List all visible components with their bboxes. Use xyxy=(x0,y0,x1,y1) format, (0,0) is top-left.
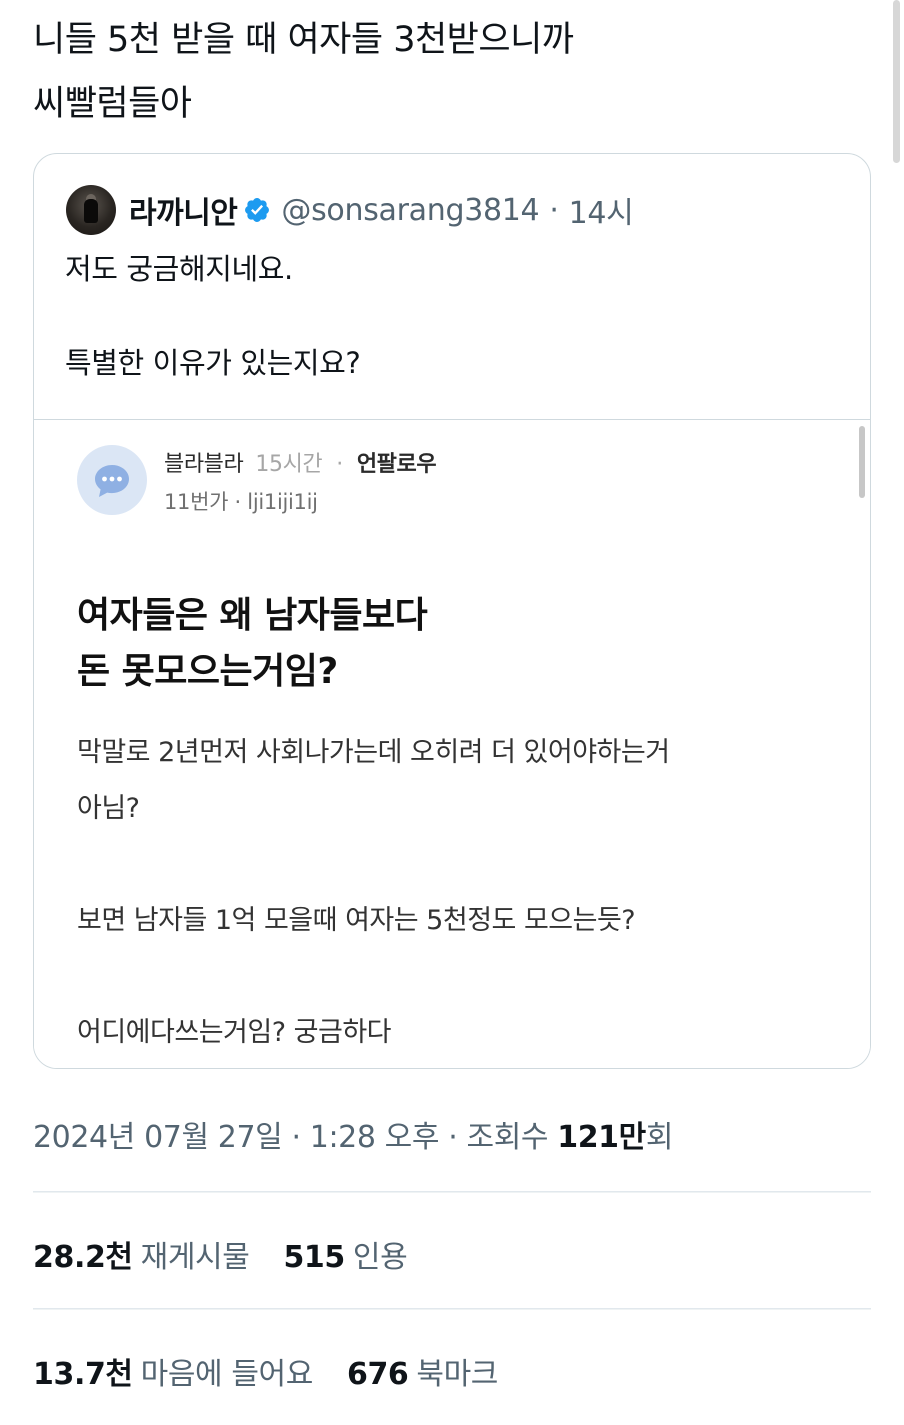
likes-count: 13.7천 xyxy=(33,1357,133,1392)
bookmarks-label: 북마크 xyxy=(416,1357,499,1392)
divider xyxy=(33,1308,871,1310)
tweet-timestamp[interactable]: 2024년 07월 27일 · 1:28 오후 · 조회수 121만회 xyxy=(33,1112,673,1156)
divider xyxy=(33,1191,871,1193)
quotes-stat[interactable]: 515 인용 xyxy=(283,1240,441,1275)
likes-stat[interactable]: 13.7천 마음에 들어요 xyxy=(33,1357,347,1392)
quotes-label: 인용 xyxy=(352,1240,408,1275)
avatar[interactable] xyxy=(66,185,116,235)
retweets-label: 재게시물 xyxy=(140,1240,250,1275)
quoted-tweet-header: 라까니안 @sonsarang3814 · 14시 xyxy=(66,184,634,236)
screenshot-age: 15시간 xyxy=(255,452,323,477)
tweet-text: 니들 5천 받을 때 여자들 3천받으니까 씨빨럼들아 xyxy=(33,8,863,136)
chat-bubble-icon xyxy=(77,445,147,515)
retweets-count: 28.2천 xyxy=(33,1240,133,1275)
screenshot-title: 여자들은 왜 남자들보다 돈 못모으는거임? xyxy=(77,595,428,692)
bookmarks-count: 676 xyxy=(346,1357,409,1392)
page-scrollbar[interactable] xyxy=(893,0,900,163)
retweets-stat[interactable]: 28.2천 재게시물 xyxy=(33,1240,283,1275)
header-separator: · xyxy=(549,192,559,228)
bookmarks-stat[interactable]: 676 북마크 xyxy=(347,1357,532,1392)
quoted-time[interactable]: 14시 xyxy=(569,188,634,232)
likes-label: 마음에 들어요 xyxy=(140,1357,314,1392)
stats-row-reposts: 28.2천 재게시물 515 인용 xyxy=(33,1232,441,1276)
quoted-tweet-text: 저도 궁금해지네요. 특별한 이유가 있는지요? xyxy=(65,252,361,380)
screenshot-subline: 11번가 · lji1iji1ij xyxy=(164,490,318,514)
stats-row-likes: 13.7천 마음에 들어요 676 북마크 xyxy=(33,1349,532,1393)
views-suffix: 회 xyxy=(645,1120,674,1155)
screenshot-scrollbar xyxy=(859,426,865,498)
views-count: 121만 xyxy=(557,1120,646,1155)
screenshot-body: 막말로 2년먼저 사회나가는데 오히려 더 있어야하는거 아님? 보면 남자들 … xyxy=(77,737,670,1048)
quoted-handle[interactable]: @sonsarang3814 xyxy=(281,193,539,228)
timestamp-date-time[interactable]: 2024년 07월 27일 · 1:28 오후 · 조회수 xyxy=(33,1120,557,1155)
screenshot-follow-label: 언팔로우 xyxy=(356,452,437,477)
quotes-count: 515 xyxy=(283,1240,345,1275)
screenshot-separator: · xyxy=(336,452,343,477)
screenshot-username: 블라블라 xyxy=(164,452,244,477)
tweet-text-line1: 니들 5천 받을 때 여자들 3천받으니까 xyxy=(33,20,574,60)
tweet-text-line2: 씨빨럼들아 xyxy=(33,84,192,124)
verified-badge-icon xyxy=(245,198,270,222)
attached-screenshot[interactable]: 블라블라 15시간 · 언팔로우 11번가 · lji1iji1ij 여자들은 왜 남… xyxy=(34,419,870,1068)
quoted-tweet-card[interactable]: 라까니안 @sonsarang3814 · 14시 저도 궁금해지네요. 특별한… xyxy=(33,153,871,1069)
screenshot-meta: 블라블라 15시간 · 언팔로우 xyxy=(164,446,437,478)
quoted-display-name[interactable]: 라까니안 xyxy=(129,188,238,232)
